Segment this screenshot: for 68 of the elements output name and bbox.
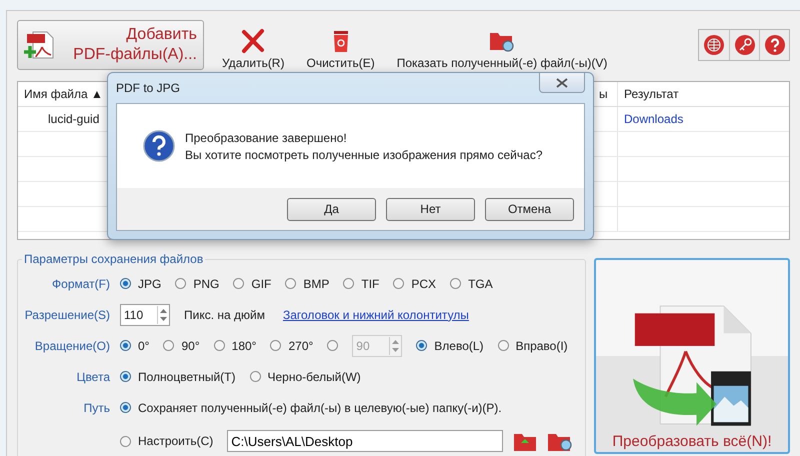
radio-label: 180° — [232, 338, 256, 352]
radio-button[interactable] — [233, 278, 244, 289]
radio-label: Вправо(I) — [516, 338, 568, 352]
radio-label: 90° — [181, 338, 200, 352]
radio-label: Влево(L) — [434, 338, 484, 352]
close-icon — [240, 28, 266, 54]
key-button[interactable] — [729, 30, 759, 60]
dialog-message: Преобразование завершено! — [185, 130, 348, 144]
radio-label: PCX — [411, 276, 436, 290]
radio-button[interactable] — [498, 340, 509, 351]
radio-button[interactable] — [343, 278, 354, 289]
radio-label: GIF — [251, 276, 272, 290]
radio-label: PNG — [193, 276, 220, 290]
dialog-title: PDF to JPG — [116, 81, 180, 95]
close-icon — [556, 78, 568, 88]
header-footer-link[interactable]: Заголовок и нижний колонтитулы — [282, 308, 469, 322]
radio-label: 270° — [288, 338, 314, 352]
key-icon — [734, 34, 756, 56]
resolution-spinner[interactable]: 110 — [120, 304, 170, 326]
format-label: Формат(F) — [51, 276, 110, 290]
convert-all-button[interactable]: Преобразовать всё(N)! — [594, 258, 790, 454]
radio-label: TIF — [361, 276, 380, 290]
rotation-label: Вращение(O) — [34, 338, 110, 352]
question-icon — [143, 130, 175, 162]
delete-button[interactable]: Удалить(R) — [218, 28, 288, 70]
radio-label: BMP — [303, 276, 330, 290]
show-files-button[interactable]: Показать полученный(-е) файл(-ы)(V) — [392, 28, 612, 70]
group-title: Параметры сохранения файлов — [23, 252, 204, 266]
radio-label: Полноцветный(T) — [138, 370, 236, 384]
radio-button[interactable] — [450, 278, 462, 289]
radio-button[interactable] — [250, 371, 260, 382]
radio-button[interactable] — [120, 402, 131, 413]
radio-label: TGA — [468, 276, 493, 290]
radio-label: Черно-белый(W) — [268, 370, 361, 384]
radio-button[interactable] — [120, 436, 131, 446]
add-pdf-button[interactable]: Добавить PDF-файлы(A)... — [17, 20, 204, 70]
column-header[interactable]: Результат — [618, 82, 789, 106]
result-link[interactable]: Downloads — [624, 112, 684, 126]
radio-button[interactable] — [393, 278, 404, 289]
radio-button[interactable] — [120, 340, 131, 351]
radio-button[interactable] — [120, 278, 131, 289]
colors-label: Цвета — [76, 370, 110, 384]
web-button[interactable] — [699, 30, 729, 60]
clear-button[interactable]: Очистить(E) — [302, 28, 379, 70]
help-button[interactable] — [759, 30, 789, 60]
radio-label: 0° — [138, 338, 150, 352]
radio-label: Сохраняет полученный(-е) файл(-ы) в целевую(-ые) папку(-и)(P). — [138, 400, 502, 414]
radio-button[interactable] — [175, 278, 186, 289]
resolution-label: Разрешение(S) — [24, 308, 110, 322]
radio-button[interactable] — [285, 278, 296, 289]
globe-icon — [703, 34, 725, 56]
radio-button[interactable] — [416, 340, 428, 351]
dialog-message: Вы хотите посмотреть полученные изображения прямо сейчас? — [185, 148, 542, 162]
radio-label: Настроить(C) — [138, 434, 214, 448]
radio-label: JPG — [138, 276, 162, 290]
cancel-button[interactable]: Отмена — [485, 198, 574, 220]
radio-button[interactable] — [120, 371, 131, 382]
radio-button[interactable] — [163, 340, 174, 351]
radio-button[interactable] — [270, 340, 282, 351]
path-field[interactable]: C:\Users\AL\Desktop — [227, 430, 504, 452]
yes-button[interactable]: Да — [287, 198, 376, 220]
help-icon — [764, 34, 786, 56]
path-label: Путь — [82, 400, 110, 414]
pdf-add-icon — [24, 29, 56, 61]
unit-label: Пикс. на дюйм — [184, 308, 265, 322]
close-button[interactable] — [539, 73, 585, 93]
radio-button[interactable] — [214, 340, 225, 351]
no-button[interactable]: Нет — [386, 198, 475, 220]
